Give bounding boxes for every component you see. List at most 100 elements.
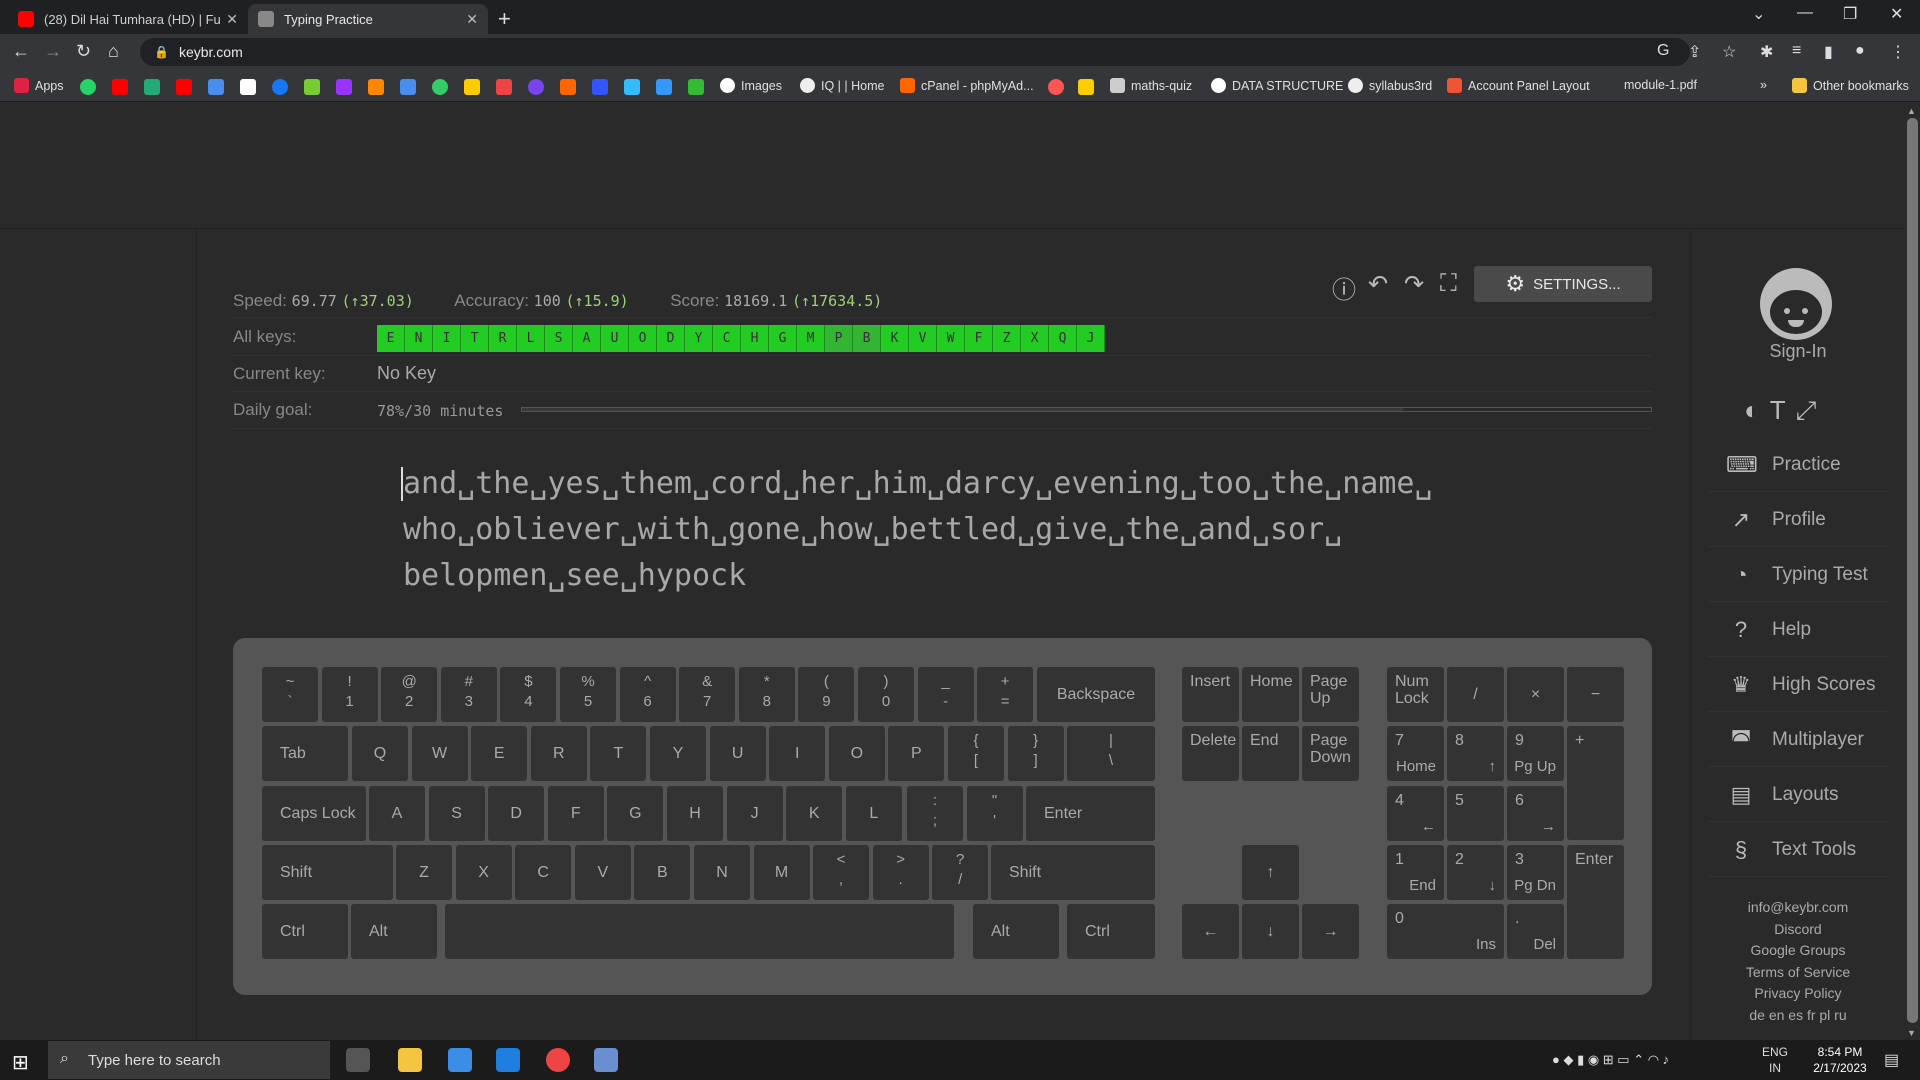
key-num-minus[interactable]: − (1567, 667, 1624, 722)
key-num-2[interactable]: 2 ↓ (1447, 845, 1504, 900)
key-arrow-down[interactable]: ↓ (1242, 904, 1299, 959)
language-indicator[interactable]: ENG IN (1762, 1044, 1788, 1076)
media-icon[interactable]: ≡ (1792, 42, 1801, 60)
bookmark-icon[interactable] (592, 79, 608, 95)
key-s[interactable]: S (428, 786, 485, 841)
bell-icon[interactable] (1048, 79, 1064, 95)
font-size-icon[interactable]: T (1770, 395, 1786, 427)
key-f[interactable]: F (547, 786, 604, 841)
key--[interactable]: _ - (917, 667, 974, 722)
key-caps-lock[interactable]: Caps Lock (262, 786, 366, 841)
key-left-shift[interactable]: Shift (262, 845, 393, 900)
key-num-1[interactable]: 1 End (1387, 845, 1444, 900)
undo-icon[interactable]: ↶ (1368, 270, 1388, 299)
bookmark-apps[interactable]: Apps (14, 78, 64, 93)
key-e[interactable]: E (471, 726, 528, 781)
key-6[interactable]: ^ 6 (619, 667, 676, 722)
key-num-5[interactable]: 5 (1447, 786, 1504, 841)
taskbar-search[interactable]: ⌕ Type here to search (48, 1041, 330, 1079)
key-num-multiply[interactable]: × (1507, 667, 1564, 722)
key-bracket[interactable]: }] (1007, 726, 1064, 781)
key-page-up[interactable]: Page Up (1302, 667, 1359, 722)
key-c[interactable]: C (515, 845, 572, 900)
tab-youtube[interactable]: (28) Dil Hai Tumhara (HD) | Full M ✕ (8, 4, 248, 34)
key-left-ctrl[interactable]: Ctrl (262, 904, 348, 959)
address-bar[interactable]: 🔒 keybr.com (140, 38, 1690, 66)
key-w[interactable]: W (411, 726, 468, 781)
key-punct[interactable]: ? / (932, 845, 989, 900)
scroll-down-icon[interactable]: ▼ (1907, 1028, 1916, 1038)
restore-icon[interactable]: ❐ (1843, 4, 1857, 24)
home-icon[interactable]: ⌂ (108, 41, 119, 62)
key-num-8[interactable]: 8 ↑ (1447, 726, 1504, 781)
share-icon[interactable]: ⇪ (1688, 42, 1701, 62)
close-tab-icon[interactable]: ✕ (226, 11, 238, 28)
bookmark-icon[interactable] (656, 79, 672, 95)
key-r[interactable]: R (530, 726, 587, 781)
tray-icons[interactable]: ● ◆ ▮ ◉ ⊞ ▭ ⌃ ◠ ♪ (1552, 1052, 1669, 1068)
sidebar-item-text-tools[interactable]: § Text Tools (1708, 823, 1888, 877)
bookmark-iq-home[interactable]: IQ | | Home (800, 78, 884, 93)
mail-icon[interactable] (496, 1048, 520, 1072)
scroll-up-icon[interactable]: ▲ (1907, 106, 1916, 116)
sidebar-item-profile[interactable]: ↗ Profile (1708, 493, 1888, 547)
footer-terms-link[interactable]: Terms of Service (1708, 962, 1888, 984)
key-tab[interactable]: Tab (262, 726, 348, 781)
key-end[interactable]: End (1242, 726, 1299, 781)
amazon-icon[interactable] (240, 79, 256, 95)
key-backslash[interactable]: | \ (1067, 726, 1155, 781)
key-=[interactable]: + = (977, 667, 1034, 722)
bookmark-icon[interactable] (688, 79, 704, 95)
key-p[interactable]: P (888, 726, 945, 781)
task-view-icon[interactable] (346, 1048, 370, 1072)
key-0[interactable]: ) 0 (858, 667, 914, 722)
key-t[interactable]: T (590, 726, 647, 781)
bookmark-cpanel[interactable]: cPanel - phpMyAd... (900, 78, 1034, 93)
key-u[interactable]: U (709, 726, 766, 781)
key-page-down[interactable]: Page Down (1302, 726, 1359, 781)
footer-email-link[interactable]: info@keybr.com (1708, 897, 1888, 919)
theme-icon[interactable]: ◐ (1744, 395, 1760, 427)
key-num-lock[interactable]: Num Lock (1387, 667, 1444, 722)
key-7[interactable]: & 7 (679, 667, 736, 722)
app-icon[interactable] (594, 1048, 618, 1072)
key-num-0[interactable]: 0 Ins (1387, 904, 1504, 959)
footer-google-groups-link[interactable]: Google Groups (1708, 940, 1888, 962)
key-space[interactable] (445, 904, 954, 959)
forward-icon[interactable]: → (44, 41, 62, 62)
bookmark-icon[interactable] (144, 79, 160, 95)
google-icon[interactable]: G (1657, 42, 1669, 60)
key-1[interactable]: ! 1 (321, 667, 378, 722)
key-punct[interactable]: :; (907, 786, 963, 841)
scrollbar-thumb[interactable] (1907, 118, 1918, 1023)
menu-icon[interactable]: ⋮ (1890, 42, 1906, 62)
bookmark-other[interactable]: Other bookmarks (1792, 78, 1909, 93)
bookmark-icon[interactable] (1078, 79, 1094, 95)
key-`[interactable]: ~ ` (262, 667, 318, 722)
key-arrow-up[interactable]: ↑ (1242, 845, 1299, 900)
fullscreen-icon[interactable]: ⛶ (1440, 270, 1457, 298)
key-x[interactable]: X (455, 845, 512, 900)
key-home[interactable]: Home (1242, 667, 1299, 722)
bookmark-module[interactable]: module-1.pdf (1624, 78, 1697, 92)
maps-icon[interactable] (432, 79, 448, 95)
youtube-icon[interactable] (112, 79, 128, 95)
tab-typing-practice[interactable]: Typing Practice ✕ (248, 4, 488, 34)
download-icon[interactable] (304, 79, 320, 95)
key-num-4[interactable]: 4 ← (1387, 786, 1444, 841)
reload-icon[interactable]: ↻ (76, 41, 91, 62)
key-right-shift[interactable]: Shift (991, 845, 1155, 900)
lock-icon[interactable]: 🔒 (154, 45, 169, 59)
key-g[interactable]: G (607, 786, 664, 841)
photos-icon[interactable] (464, 79, 480, 95)
redo-icon[interactable]: ↷ (1404, 270, 1424, 299)
lesson-text[interactable]: and␣the␣yes␣them␣cord␣her␣him␣darcy␣even… (401, 461, 1453, 599)
expand-icon[interactable]: ⤢ (1796, 395, 1817, 427)
sidepanel-icon[interactable]: ▮ (1824, 42, 1833, 62)
file-explorer-icon[interactable] (398, 1048, 422, 1072)
key-4[interactable]: $4 (500, 667, 557, 722)
key-k[interactable]: K (786, 786, 843, 841)
sign-in-link[interactable]: Sign-In (1708, 341, 1888, 362)
key-punct[interactable]: <, (813, 845, 869, 900)
key-m[interactable]: M (753, 845, 810, 900)
